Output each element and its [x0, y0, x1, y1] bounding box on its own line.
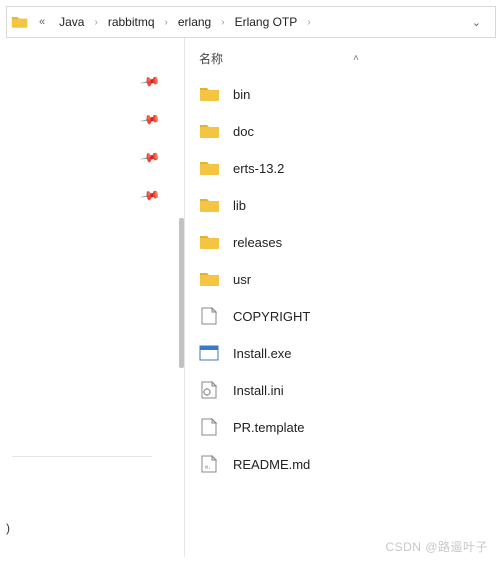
- history-chevrons-icon[interactable]: «: [33, 16, 51, 28]
- file-name: COPYRIGHT: [233, 309, 310, 324]
- file-name: Install.exe: [233, 346, 292, 361]
- file-name: README.md: [233, 457, 310, 472]
- folder-icon: [199, 122, 221, 140]
- pin-icon[interactable]: 📌: [139, 71, 161, 93]
- list-item[interactable]: lib: [199, 194, 502, 216]
- divider: [12, 456, 152, 457]
- file-name: releases: [233, 235, 282, 250]
- file-name: usr: [233, 272, 251, 287]
- ini-icon: [199, 381, 221, 399]
- list-item[interactable]: Install.ini: [199, 379, 502, 401]
- pin-icon[interactable]: 📌: [139, 185, 161, 207]
- breadcrumb-item[interactable]: rabbitmq: [100, 7, 163, 37]
- list-item[interactable]: usr: [199, 268, 502, 290]
- file-name: lib: [233, 198, 246, 213]
- list-item[interactable]: bin: [199, 83, 502, 105]
- list-item[interactable]: README.md: [199, 453, 502, 475]
- list-item[interactable]: doc: [199, 120, 502, 142]
- breadcrumb-item[interactable]: Erlang OTP: [227, 7, 306, 37]
- file-name: erts-13.2: [233, 161, 284, 176]
- folder-icon: [199, 233, 221, 251]
- chevron-right-icon[interactable]: ›: [305, 17, 312, 28]
- file-list-pane: 名称 ˄ bin doc erts-13.2 lib releases usr COPYRI…: [185, 38, 502, 557]
- truncated-text: ): [6, 521, 10, 535]
- breadcrumb-item[interactable]: Java: [51, 7, 92, 37]
- file-name: Install.ini: [233, 383, 284, 398]
- file-icon: [199, 418, 221, 436]
- md-icon: [199, 455, 221, 473]
- list-item[interactable]: PR.template: [199, 416, 502, 438]
- folder-icon: [199, 270, 221, 288]
- navigation-pane: 📌 📌 📌 📌 ): [0, 38, 185, 557]
- exe-icon: [199, 344, 221, 362]
- address-dropdown-icon[interactable]: ⌄: [462, 16, 491, 29]
- file-icon: [199, 307, 221, 325]
- file-list: bin doc erts-13.2 lib releases usr COPYRIGHT In…: [199, 83, 502, 475]
- breadcrumb-item[interactable]: erlang: [170, 7, 219, 37]
- main-area: 📌 📌 📌 📌 ) 名称 ˄ bin doc erts-13.2 lib release…: [0, 38, 502, 557]
- list-item[interactable]: Install.exe: [199, 342, 502, 364]
- list-item[interactable]: COPYRIGHT: [199, 305, 502, 327]
- chevron-right-icon[interactable]: ›: [219, 17, 226, 28]
- file-name: bin: [233, 87, 250, 102]
- folder-icon: [199, 85, 221, 103]
- chevron-right-icon[interactable]: ›: [163, 17, 170, 28]
- chevron-right-icon[interactable]: ›: [92, 17, 99, 28]
- watermark: CSDN @路遥叶子: [385, 538, 488, 555]
- quick-access-pins: 📌 📌 📌 📌: [0, 38, 184, 204]
- file-name: doc: [233, 124, 254, 139]
- pin-icon[interactable]: 📌: [139, 109, 161, 131]
- list-item[interactable]: erts-13.2: [199, 157, 502, 179]
- address-bar[interactable]: « Java › rabbitmq › erlang › Erlang OTP …: [6, 6, 496, 38]
- folder-icon: [199, 159, 221, 177]
- folder-icon: [11, 13, 29, 31]
- list-item[interactable]: releases: [199, 231, 502, 253]
- pin-icon[interactable]: 📌: [139, 147, 161, 169]
- file-name: PR.template: [233, 420, 305, 435]
- scrollbar-thumb[interactable]: [179, 218, 184, 368]
- folder-icon: [199, 196, 221, 214]
- column-header[interactable]: 名称 ˄: [199, 50, 502, 83]
- column-name-header[interactable]: 名称: [199, 50, 223, 67]
- sort-indicator-icon[interactable]: ˄: [353, 53, 359, 64]
